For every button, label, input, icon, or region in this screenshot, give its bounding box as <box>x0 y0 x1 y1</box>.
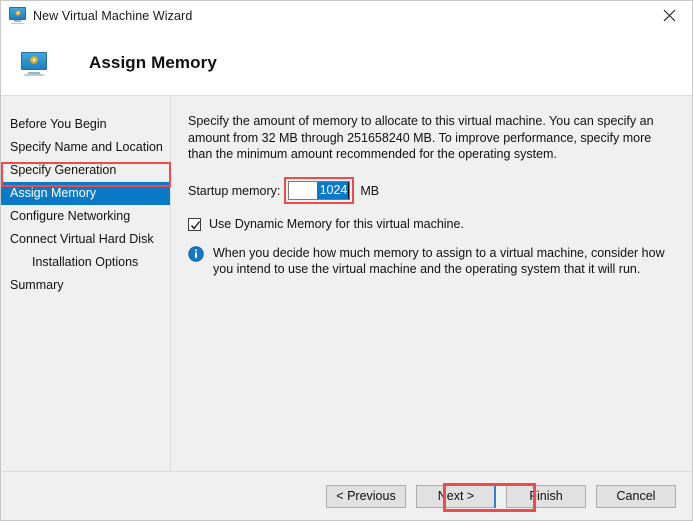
sidebar-item-specify-name-and-location[interactable]: Specify Name and Location <box>1 136 170 159</box>
sidebar-item-connect-virtual-hard-disk[interactable]: Connect Virtual Hard Disk <box>1 228 170 251</box>
wizard-steps-sidebar: Before You Begin Specify Name and Locati… <box>1 96 171 471</box>
finish-button[interactable]: Finish <box>506 484 586 508</box>
new-virtual-machine-wizard-window: New Virtual Machine Wizard Assign Memory… <box>0 0 693 521</box>
wizard-content: Specify the amount of memory to allocate… <box>171 96 692 471</box>
info-icon <box>188 245 204 262</box>
sidebar-item-installation-options[interactable]: Installation Options <box>1 251 170 274</box>
startup-memory-unit: MB <box>360 183 380 198</box>
close-icon[interactable] <box>647 1 692 30</box>
startup-memory-row: Startup memory: 1024 MB <box>188 177 675 204</box>
previous-button[interactable]: < Previous <box>326 484 406 508</box>
cancel-button[interactable]: Cancel <box>596 484 676 508</box>
sidebar-item-specify-generation[interactable]: Specify Generation <box>1 159 170 182</box>
memory-description: Specify the amount of memory to allocate… <box>188 114 654 161</box>
dynamic-memory-label: Use Dynamic Memory for this virtual mach… <box>209 216 464 231</box>
text-caret <box>348 182 350 199</box>
virtual-machine-monitor-icon <box>9 7 26 24</box>
page-header: Assign Memory <box>1 30 692 96</box>
virtual-machine-monitor-icon <box>21 51 47 76</box>
sidebar-item-assign-memory[interactable]: Assign Memory <box>1 182 170 205</box>
wizard-body: Before You Begin Specify Name and Locati… <box>1 96 692 472</box>
sidebar-item-configure-networking[interactable]: Configure Networking <box>1 205 170 228</box>
sidebar-item-before-you-begin[interactable]: Before You Begin <box>1 113 170 136</box>
next-button[interactable]: Next > <box>416 484 496 508</box>
wizard-footer: < Previous Next > Finish Cancel <box>1 472 692 520</box>
startup-memory-label: Startup memory: <box>188 183 281 198</box>
page-title: Assign Memory <box>89 52 217 72</box>
window-title: New Virtual Machine Wizard <box>33 8 193 23</box>
info-text: When you decide how much memory to assig… <box>213 245 665 277</box>
startup-memory-selected-text: 1024 <box>316 182 350 199</box>
dynamic-memory-checkbox[interactable] <box>188 217 201 231</box>
startup-memory-input-wrapper: 1024 <box>284 177 355 204</box>
memory-info-note: When you decide how much memory to assig… <box>188 245 675 278</box>
dynamic-memory-row[interactable]: Use Dynamic Memory for this virtual mach… <box>188 217 675 232</box>
titlebar: New Virtual Machine Wizard <box>1 1 692 30</box>
sidebar-item-summary[interactable]: Summary <box>1 274 170 297</box>
